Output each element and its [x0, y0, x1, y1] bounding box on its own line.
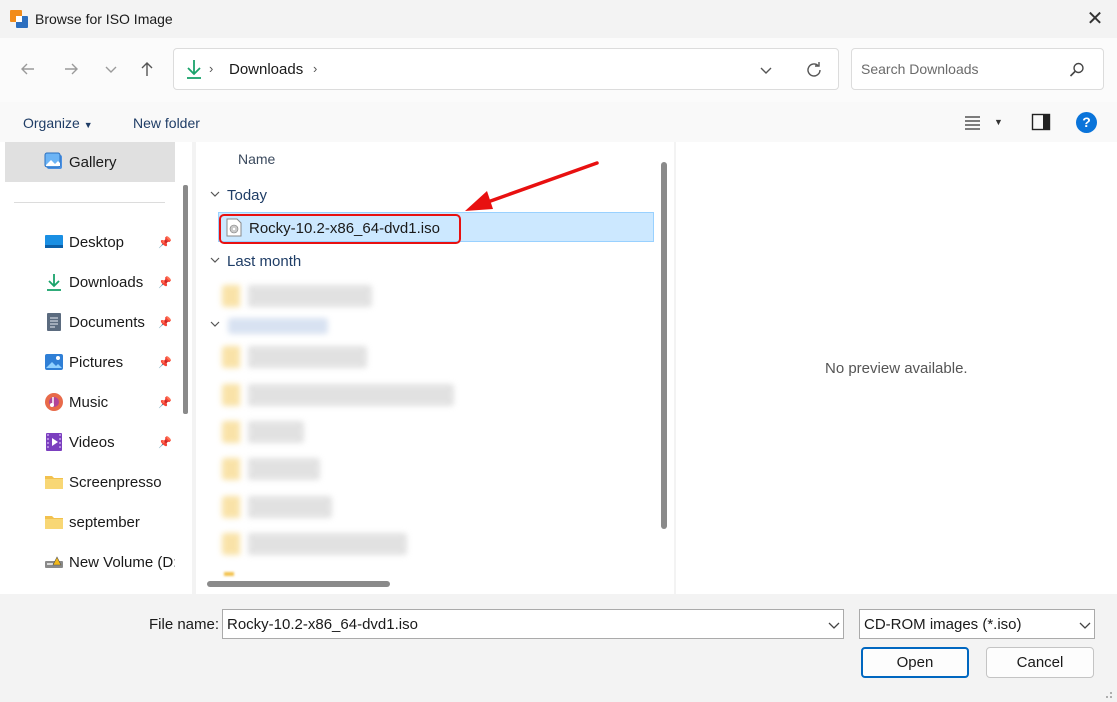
documents-icon [47, 313, 61, 331]
up-button[interactable] [133, 55, 161, 83]
sidebar-item-downloads[interactable]: Downloads 📌 [0, 262, 176, 302]
breadcrumb-downloads[interactable]: Downloads [229, 61, 303, 78]
file-name-label: File name: [149, 616, 220, 633]
list-view-icon [965, 116, 980, 130]
chevron-down-icon [210, 191, 220, 197]
chevron-down-icon [1079, 622, 1091, 629]
close-button[interactable]: ✕ [1080, 4, 1110, 34]
preview-pane-icon [1031, 113, 1051, 131]
group-today-collapse[interactable] [209, 187, 221, 203]
arrow-right-icon [65, 63, 78, 75]
refresh-button[interactable] [804, 60, 824, 83]
view-dropdown-caret-icon[interactable]: ▼ [994, 117, 1003, 127]
chevron-down-icon[interactable] [827, 618, 841, 632]
annotation-highlight-box [219, 214, 461, 244]
group-last-month-collapse[interactable] [209, 253, 221, 269]
help-icon[interactable]: ? [1076, 112, 1097, 133]
folder-icon [45, 476, 63, 489]
blurred-file-row [222, 496, 332, 518]
sidebar-item-gallery-label: Gallery [69, 154, 117, 171]
search-icon [1068, 61, 1086, 82]
sidebar-item-september[interactable]: september [0, 502, 176, 542]
organize-label: Organize [23, 115, 80, 131]
search-box[interactable] [851, 48, 1104, 90]
chevron-down-icon [760, 67, 772, 74]
blurred-file-row [222, 421, 304, 443]
back-button[interactable] [14, 55, 42, 83]
pin-icon: 📌 [158, 276, 172, 289]
chevron-down-icon [210, 321, 220, 327]
pin-icon: 📌 [158, 236, 172, 249]
organize-button[interactable]: Organize ▼ [23, 115, 93, 131]
blurred-file-row [222, 458, 320, 480]
address-history-dropdown[interactable] [758, 62, 774, 81]
file-name-combobox[interactable]: Rocky-10.2-x86_64-dvd1.iso [222, 609, 844, 639]
sidebar-item-music[interactable]: Music 📌 [0, 382, 176, 422]
chevron-down-icon [210, 257, 220, 263]
breadcrumb-chevron[interactable]: › [313, 61, 317, 76]
sidebar-item-documents[interactable]: Documents 📌 [0, 302, 176, 342]
download-icon [47, 274, 61, 291]
videos-icon [46, 433, 62, 451]
sidebar-scrollbar[interactable] [183, 185, 188, 414]
recent-locations-button[interactable] [97, 55, 125, 83]
sidebar-item-desktop[interactable]: Desktop 📌 [0, 222, 176, 262]
pin-icon: 📌 [158, 436, 172, 449]
blurred-file-row [222, 285, 372, 307]
column-header-name[interactable]: Name [238, 151, 275, 167]
pictures-icon [45, 354, 63, 370]
preview-pane-toggle[interactable] [1031, 113, 1051, 134]
new-folder-button[interactable]: New folder [133, 115, 200, 131]
app-icon [9, 9, 29, 29]
group-header-today[interactable]: Today [227, 187, 267, 204]
download-icon [184, 58, 204, 80]
file-type-select[interactable]: CD-ROM images (*.iso) [859, 609, 1095, 639]
caret-down-icon: ▼ [83, 120, 93, 130]
file-list-vertical-scrollbar[interactable] [661, 162, 667, 529]
view-options-button[interactable] [964, 114, 982, 133]
window-title: Browse for ISO Image [35, 11, 173, 27]
folder-icon [45, 516, 63, 529]
gallery-icon [44, 152, 64, 172]
arrow-up-icon [141, 62, 153, 76]
sidebar-item-label: Screenpresso [69, 473, 162, 491]
file-list-horizontal-scrollbar[interactable] [207, 581, 390, 587]
group-header-last-month[interactable]: Last month [227, 253, 301, 270]
annotation-arrow [465, 161, 599, 211]
group-collapse[interactable] [209, 317, 221, 333]
chevron-down-icon [105, 66, 117, 73]
search-input[interactable] [852, 49, 1061, 89]
pin-icon: 📌 [158, 316, 172, 329]
blurred-file-row [222, 533, 407, 555]
pin-icon: 📌 [158, 396, 172, 409]
resize-grip-icon[interactable] [1101, 686, 1113, 698]
sidebar-item-label: september [69, 513, 140, 531]
sidebar-item-label: New Volume (D: [69, 553, 175, 571]
drive-icon [45, 556, 63, 568]
blurred-group-header [228, 318, 328, 334]
sidebar-divider [14, 202, 165, 203]
file-type-value: CD-ROM images (*.iso) [864, 616, 1022, 633]
sidebar-item-screenpresso[interactable]: Screenpresso [0, 462, 176, 502]
forward-button[interactable] [57, 55, 85, 83]
open-button[interactable]: Open [861, 647, 969, 678]
blurred-folder-fragment [224, 572, 234, 576]
sidebar-item-videos[interactable]: Videos 📌 [0, 422, 176, 462]
breadcrumb-separator: › [209, 61, 214, 76]
cancel-button[interactable]: Cancel [986, 647, 1094, 678]
refresh-icon [807, 62, 821, 77]
blurred-file-row [222, 346, 367, 368]
file-name-input[interactable]: Rocky-10.2-x86_64-dvd1.iso [227, 616, 418, 633]
blurred-file-row [222, 384, 454, 406]
desktop-icon [45, 235, 63, 248]
preview-message: No preview available. [825, 360, 968, 377]
music-icon [45, 393, 63, 411]
close-icon: ✕ [1086, 8, 1104, 30]
sidebar-item-pictures[interactable]: Pictures 📌 [0, 342, 176, 382]
sidebar-item-new-volume[interactable]: New Volume (D: [0, 542, 176, 582]
arrow-left-icon [21, 63, 34, 75]
pin-icon: 📌 [158, 356, 172, 369]
